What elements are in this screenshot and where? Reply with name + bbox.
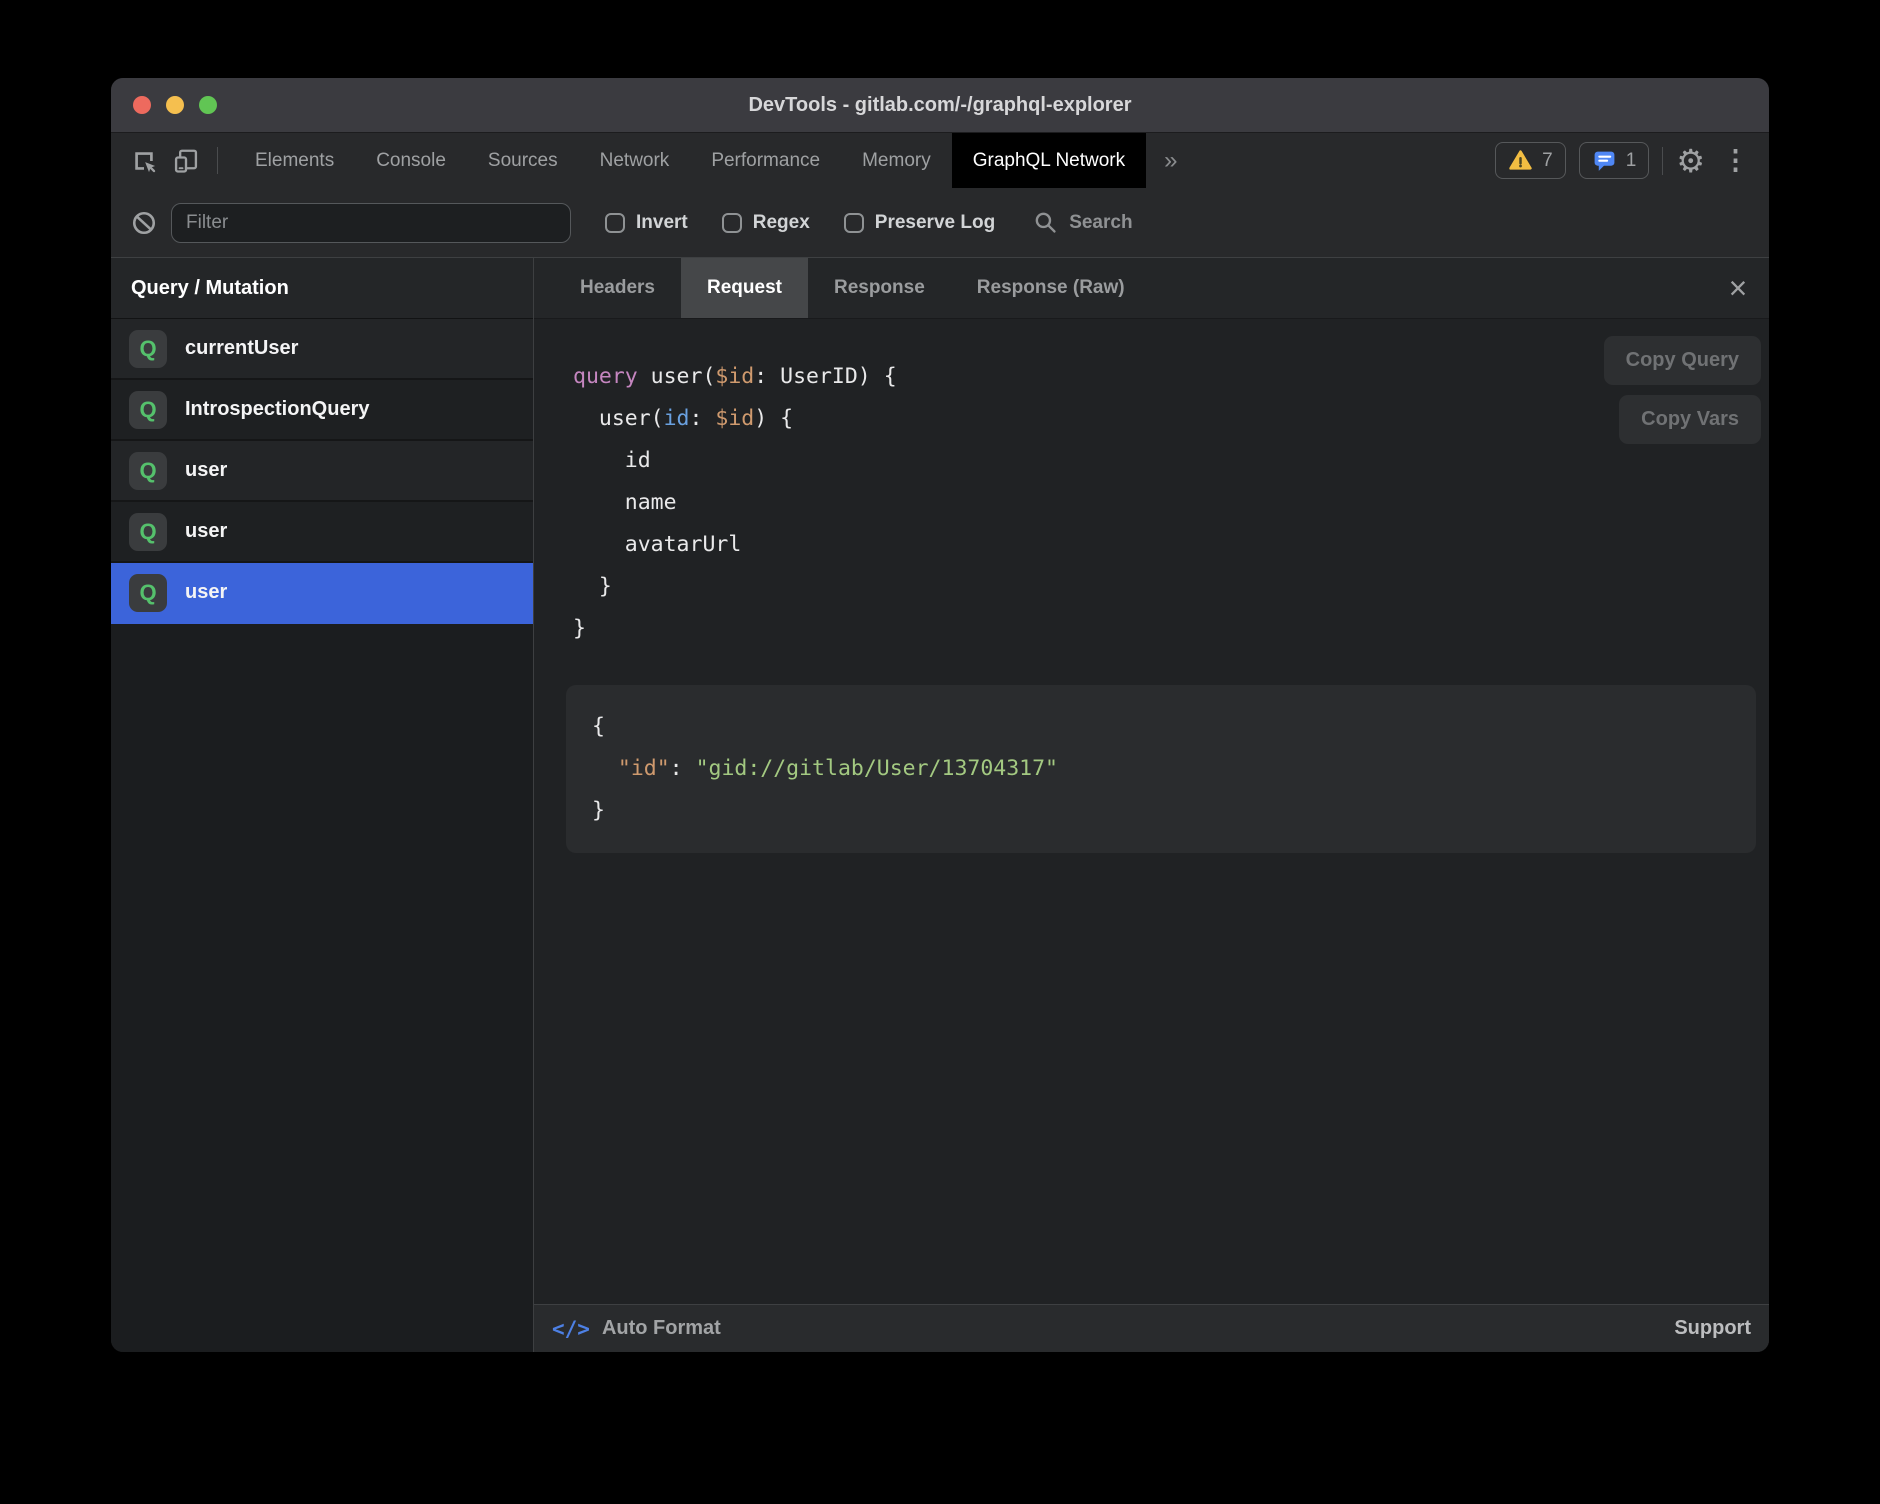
settings-gear-icon[interactable]: ⚙ — [1676, 145, 1705, 177]
code-line: user(id: $id) { — [573, 398, 897, 440]
tab-performance[interactable]: Performance — [690, 133, 841, 188]
query-name-label: currentUser — [185, 337, 298, 360]
filter-input[interactable] — [171, 203, 571, 243]
code-line: } — [592, 790, 1730, 832]
query-type-badge: Q — [129, 391, 167, 429]
devtools-window: DevTools - gitlab.com/-/graphql-explorer — [111, 78, 1769, 1352]
query-type-badge: Q — [129, 574, 167, 612]
device-toolbar-icon[interactable] — [165, 133, 207, 188]
checkbox-group-regex[interactable]: Regex — [722, 212, 810, 234]
tab-graphql-network[interactable]: GraphQL Network — [952, 133, 1146, 188]
toolbar-right-controls: 7 1 ⚙ ⋮ — [1495, 133, 1769, 188]
code-line: query user($id: UserID) { — [573, 356, 897, 398]
search-control[interactable]: Search — [1033, 210, 1132, 235]
request-detail-panel: HeadersRequestResponseResponse (Raw) × q… — [534, 258, 1769, 1352]
code-line: } — [573, 608, 897, 650]
checkbox-group-invert[interactable]: Invert — [605, 212, 688, 234]
window-title: DevTools - gitlab.com/-/graphql-explorer — [748, 94, 1131, 117]
detail-tab-response-raw[interactable]: Response (Raw) — [951, 258, 1151, 318]
tab-elements[interactable]: Elements — [234, 133, 355, 188]
detail-tabs: HeadersRequestResponseResponse (Raw) — [554, 258, 1151, 318]
close-panel-icon[interactable]: × — [1707, 258, 1769, 318]
query-list-header: Query / Mutation — [111, 258, 533, 319]
code-line: } — [573, 566, 897, 608]
query-list-item-user[interactable]: Quser — [111, 563, 533, 624]
query-list-item-introspectionquery[interactable]: Q IntrospectionQuery — [111, 380, 533, 441]
code-line: id — [573, 440, 897, 482]
tab-network[interactable]: Network — [579, 133, 691, 188]
detail-tab-strip: HeadersRequestResponseResponse (Raw) × — [534, 258, 1769, 319]
panel-tab-strip: ElementsConsoleSourcesNetworkPerformance… — [234, 133, 1146, 188]
tab-sources[interactable]: Sources — [467, 133, 579, 188]
copy-buttons: Copy Query Copy Vars — [1604, 336, 1761, 444]
code-line: { — [592, 706, 1730, 748]
query-list-item-user[interactable]: Quser — [111, 502, 533, 563]
graphql-query-code: query user($id: UserID) { user(id: $id) … — [573, 356, 897, 650]
tab-console[interactable]: Console — [355, 133, 467, 188]
query-name-label: user — [185, 581, 227, 604]
auto-format-icon: </> — [552, 1317, 590, 1341]
issues-count: 1 — [1626, 150, 1637, 172]
content-area: Query / Mutation QcurrentUserQIntrospect… — [111, 258, 1769, 1352]
checkbox-invert[interactable] — [605, 213, 625, 233]
checkbox-label: Regex — [753, 212, 810, 234]
warnings-badge[interactable]: 7 — [1495, 142, 1566, 179]
main-toolbar: ElementsConsoleSourcesNetworkPerformance… — [111, 133, 1769, 188]
query-list-sidebar: Query / Mutation QcurrentUserQIntrospect… — [111, 258, 534, 1352]
warning-triangle-icon — [1508, 148, 1533, 173]
query-list-item-user[interactable]: Quser — [111, 441, 533, 502]
minimize-window-button[interactable] — [166, 96, 184, 114]
checkbox-group-preserve-log[interactable]: Preserve Log — [844, 212, 995, 234]
copy-query-button[interactable]: Copy Query — [1604, 336, 1761, 385]
query-type-badge: Q — [129, 513, 167, 551]
checkbox-label: Preserve Log — [875, 212, 995, 234]
chevron-double-right-icon: » — [1164, 147, 1177, 175]
support-link[interactable]: Support — [1674, 1317, 1751, 1340]
more-options-icon[interactable]: ⋮ — [1718, 147, 1753, 174]
query-variables-box: { "id": "gid://gitlab/User/13704317"} — [566, 685, 1756, 853]
query-name-label: user — [185, 459, 227, 482]
filter-bar: Invert Regex Preserve Log Search — [111, 188, 1769, 258]
detail-tab-response[interactable]: Response — [808, 258, 951, 318]
code-line: avatarUrl — [573, 524, 897, 566]
tab-memory[interactable]: Memory — [841, 133, 952, 188]
desktop-background: DevTools - gitlab.com/-/graphql-explorer — [0, 0, 1880, 1504]
titlebar: DevTools - gitlab.com/-/graphql-explorer — [111, 78, 1769, 133]
query-name-label: user — [185, 520, 227, 543]
query-type-badge: Q — [129, 330, 167, 368]
more-panels-button[interactable]: » — [1146, 133, 1195, 188]
warnings-count: 7 — [1542, 150, 1553, 172]
inspect-element-icon[interactable] — [123, 133, 165, 188]
panel-footer: </> Auto Format Support — [534, 1304, 1769, 1352]
code-line: name — [573, 482, 897, 524]
detail-tab-headers[interactable]: Headers — [554, 258, 681, 318]
checkbox-label: Invert — [636, 212, 688, 234]
auto-format-button[interactable]: Auto Format — [602, 1317, 721, 1340]
filter-checkboxes: Invert Regex Preserve Log — [571, 212, 995, 234]
code-line: "id": "gid://gitlab/User/13704317" — [592, 748, 1730, 790]
close-window-button[interactable] — [133, 96, 151, 114]
search-icon — [1033, 210, 1058, 235]
checkbox-preserve-log[interactable] — [844, 213, 864, 233]
fullscreen-window-button[interactable] — [199, 96, 217, 114]
window-controls — [133, 78, 217, 132]
query-list-item-currentuser[interactable]: QcurrentUser — [111, 319, 533, 380]
query-name-label: IntrospectionQuery — [185, 398, 369, 421]
query-variables-code: { "id": "gid://gitlab/User/13704317"} — [592, 706, 1730, 832]
message-bubble-icon — [1592, 148, 1617, 173]
query-type-badge: Q — [129, 452, 167, 490]
search-label: Search — [1069, 212, 1132, 234]
request-tab-body: query user($id: UserID) { user(id: $id) … — [534, 319, 1769, 1304]
clear-block-icon[interactable] — [131, 210, 157, 236]
issues-badge[interactable]: 1 — [1579, 142, 1650, 179]
toolbar-divider — [1662, 147, 1663, 175]
toolbar-divider — [217, 147, 218, 174]
detail-tab-request[interactable]: Request — [681, 258, 808, 318]
copy-vars-button[interactable]: Copy Vars — [1619, 395, 1761, 444]
query-list: QcurrentUserQIntrospectionQueryQuserQuse… — [111, 319, 533, 624]
checkbox-regex[interactable] — [722, 213, 742, 233]
